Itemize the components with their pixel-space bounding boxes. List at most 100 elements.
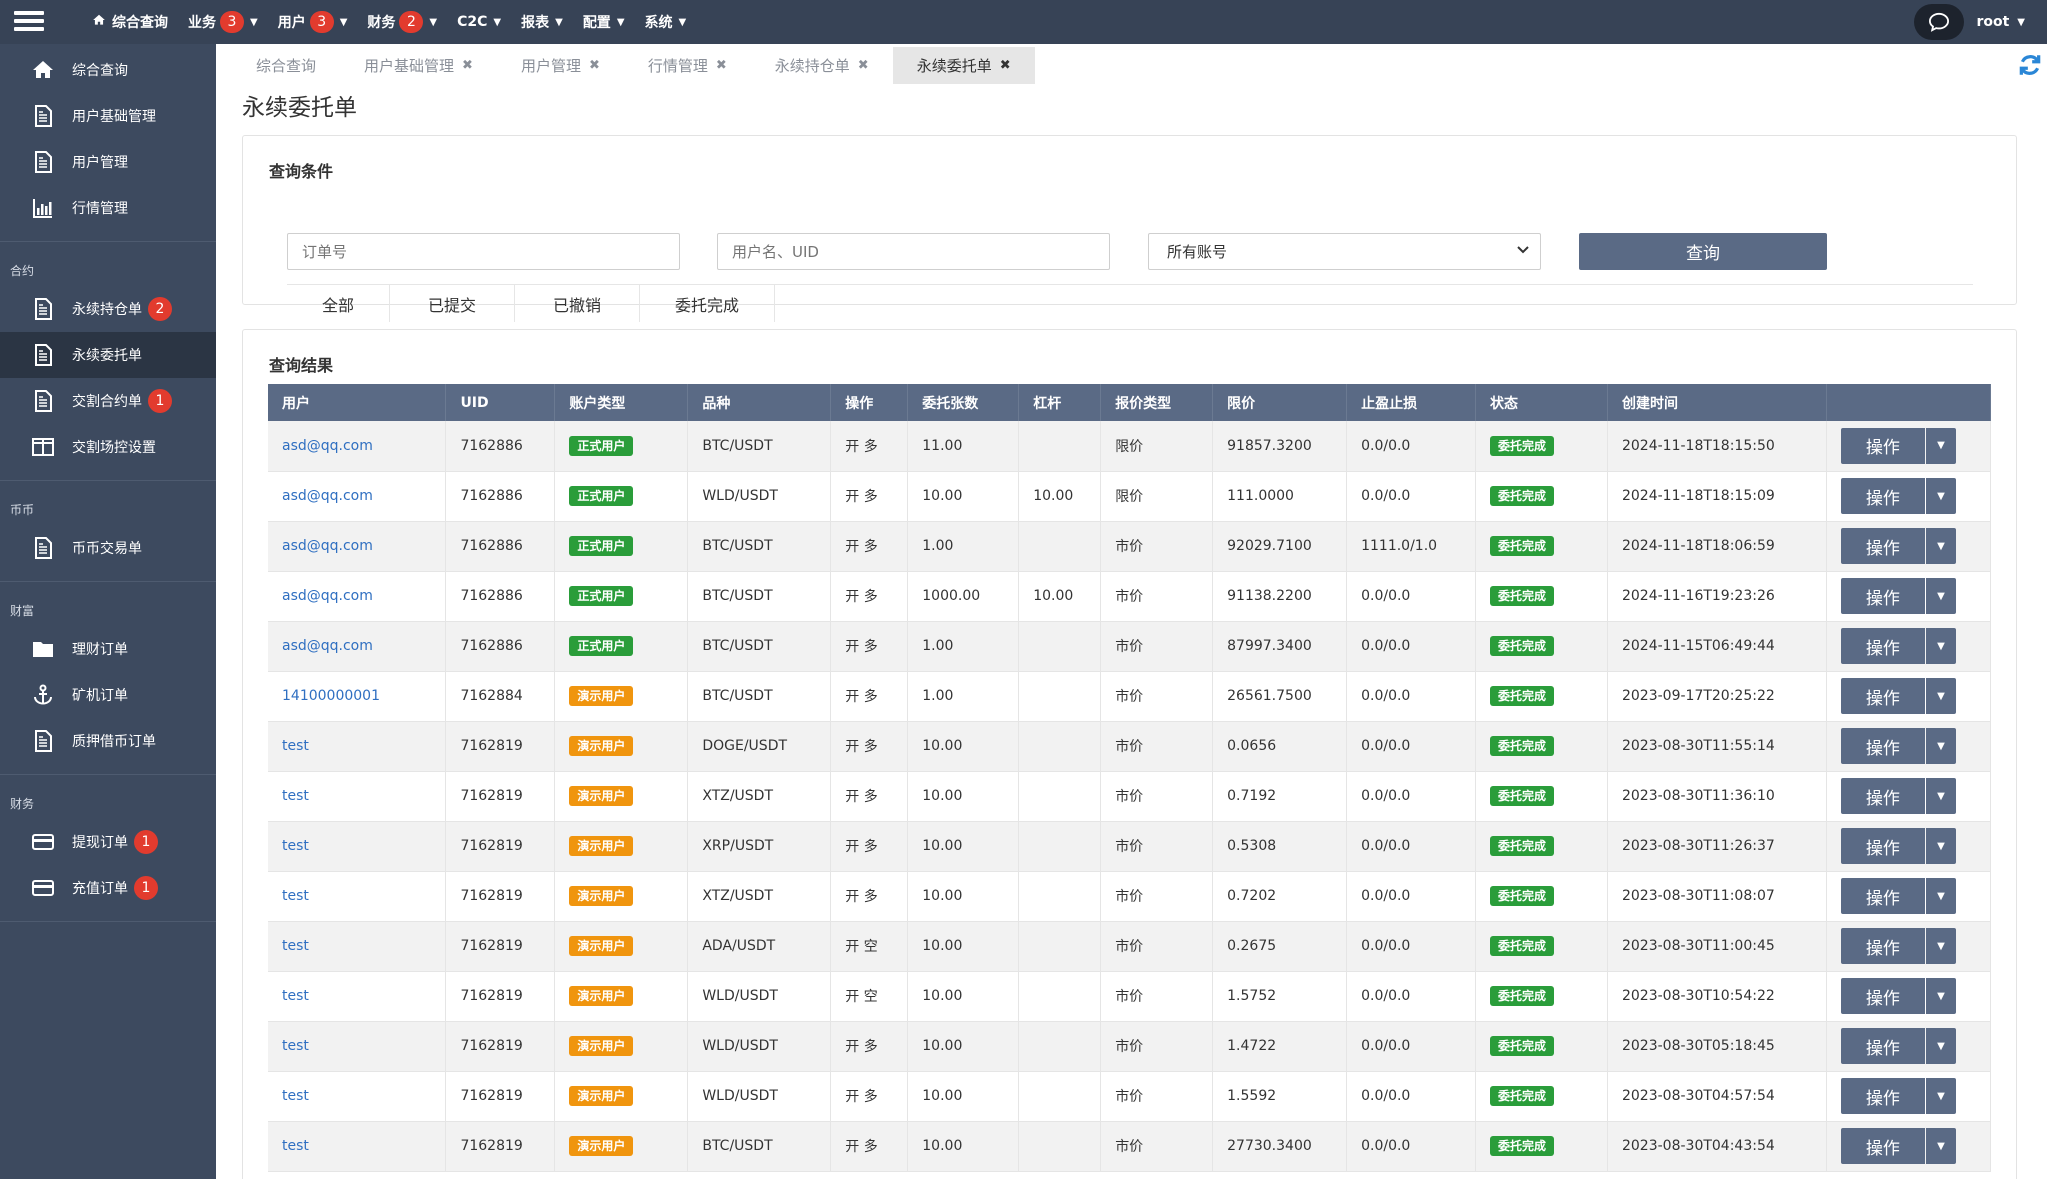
topnav-item[interactable]: 财务 2 ▼ (367, 11, 437, 33)
topnav-item[interactable]: 用户 3 ▼ (278, 11, 347, 33)
sidebar-item[interactable]: 充值订单 1 (0, 865, 216, 911)
query-button[interactable]: 查询 (1579, 233, 1827, 270)
topnav-item[interactable]: 业务 3 ▼ (188, 11, 258, 33)
user-link[interactable]: asd@qq.com (282, 438, 373, 454)
user-link[interactable]: asd@qq.com (282, 538, 373, 554)
account-select[interactable]: 所有账号 (1148, 233, 1541, 270)
sidebar-item[interactable]: 行情管理 (0, 185, 216, 231)
filter-tab[interactable]: 已提交 (390, 285, 515, 322)
user-link[interactable]: test (282, 838, 309, 854)
close-icon[interactable]: ✖ (1000, 58, 1011, 73)
topnav-item[interactable]: 系统 ▼ (645, 12, 687, 32)
filter-tab[interactable]: 全部 (287, 285, 390, 322)
close-icon[interactable]: ✖ (462, 58, 473, 73)
page-tab[interactable]: 用户基础管理 ✖ (340, 47, 497, 84)
action-button[interactable]: 操作 (1840, 878, 1925, 914)
user-link[interactable]: test (282, 1088, 309, 1104)
refresh-icon[interactable] (2017, 52, 2043, 78)
sidebar-item[interactable]: 币币交易单 (0, 525, 216, 571)
close-icon[interactable]: ✖ (589, 58, 600, 73)
document-icon (30, 388, 56, 414)
chevron-down-icon[interactable]: ▼ (1925, 978, 1956, 1014)
topnav-item[interactable]: 配置 ▼ (583, 12, 625, 32)
user-link[interactable]: asd@qq.com (282, 588, 373, 604)
topnav-item[interactable]: C2C ▼ (457, 14, 501, 30)
chevron-down-icon[interactable]: ▼ (1925, 628, 1956, 664)
sidebar-item[interactable]: 提现订单 1 (0, 819, 216, 865)
chevron-down-icon[interactable]: ▼ (1925, 728, 1956, 764)
chevron-down-icon[interactable]: ▼ (1925, 1078, 1956, 1114)
chevron-down-icon[interactable]: ▼ (1925, 578, 1956, 614)
sidebar-item[interactable]: 矿机订单 (0, 672, 216, 718)
close-icon[interactable]: ✖ (858, 58, 869, 73)
chevron-down-icon[interactable]: ▼ (1925, 478, 1956, 514)
action-button[interactable]: 操作 (1840, 528, 1925, 564)
status-badge: 委托完成 (1490, 435, 1555, 456)
chevron-down-icon[interactable]: ▼ (1925, 928, 1956, 964)
sidebar-item[interactable]: 综合查询 (0, 47, 216, 93)
cell-side: 开 多 (830, 471, 909, 522)
chat-icon[interactable] (1914, 4, 1965, 40)
table-row: test 7162819 演示用户 XTZ/USDT 开 多 10.00 市价 0.7202 0… (268, 871, 1992, 922)
sidebar-item[interactable]: 质押借币订单 (0, 718, 216, 764)
action-button[interactable]: 操作 (1840, 728, 1925, 764)
menu-toggle-icon[interactable] (14, 7, 44, 37)
page-tab[interactable]: 综合查询 (232, 47, 340, 84)
chevron-down-icon[interactable]: ▼ (1925, 678, 1956, 714)
user-link[interactable]: test (282, 788, 309, 804)
action-button[interactable]: 操作 (1840, 628, 1925, 664)
chevron-down-icon[interactable]: ▼ (1925, 427, 1956, 464)
action-button[interactable]: 操作 (1840, 978, 1925, 1014)
sidebar-item[interactable]: 用户基础管理 (0, 93, 216, 139)
user-link[interactable]: asd@qq.com (282, 488, 373, 504)
action-button[interactable]: 操作 (1840, 1028, 1925, 1064)
page-tab[interactable]: 用户管理 ✖ (497, 47, 624, 84)
page-tab[interactable]: 永续委托单 ✖ (892, 47, 1035, 84)
user-uid-input[interactable] (717, 233, 1110, 270)
chevron-down-icon[interactable]: ▼ (1925, 528, 1956, 564)
action-button[interactable]: 操作 (1840, 678, 1925, 714)
action-button[interactable]: 操作 (1840, 578, 1925, 614)
chevron-down-icon[interactable]: ▼ (1925, 1128, 1956, 1164)
topnav-item[interactable]: 报表 ▼ (521, 12, 563, 32)
sidebar-item[interactable]: 永续委托单 (0, 332, 216, 378)
user-link[interactable]: test (282, 1138, 309, 1154)
user-link[interactable]: test (282, 988, 309, 1004)
sidebar-item[interactable]: 交割合约单 1 (0, 378, 216, 424)
table-row: test 7162819 演示用户 WLD/USDT 开 空 10.00 市价 1.5752 0… (268, 971, 1992, 1022)
cell-user: test (268, 821, 447, 872)
chevron-down-icon[interactable]: ▼ (2017, 17, 2025, 28)
action-button[interactable]: 操作 (1840, 1128, 1925, 1164)
user-link[interactable]: test (282, 888, 309, 904)
filter-tab[interactable]: 已撤销 (515, 285, 640, 322)
user-menu[interactable]: root (1976, 14, 2009, 30)
action-button[interactable]: 操作 (1840, 778, 1925, 814)
user-link[interactable]: test (282, 738, 309, 754)
action-button[interactable]: 操作 (1840, 427, 1925, 464)
sidebar-item[interactable]: 用户管理 (0, 139, 216, 185)
chevron-down-icon[interactable]: ▼ (1925, 878, 1956, 914)
order-number-input[interactable] (287, 233, 680, 270)
sidebar-item[interactable]: 永续持仓单 2 (0, 286, 216, 332)
cell-user: asd@qq.com (268, 571, 447, 622)
user-link[interactable]: 14100000001 (282, 688, 380, 704)
topnav-item[interactable]: 综合查询 (92, 12, 168, 32)
filter-tab[interactable]: 委托完成 (640, 285, 775, 322)
chevron-down-icon[interactable]: ▼ (1925, 778, 1956, 814)
user-link[interactable]: test (282, 938, 309, 954)
close-icon[interactable]: ✖ (716, 58, 727, 73)
page-tab[interactable]: 永续持仓单 ✖ (751, 47, 893, 84)
chevron-down-icon[interactable]: ▼ (1925, 1028, 1956, 1064)
cell-account-type: 演示用户 (554, 1121, 689, 1172)
page-tab[interactable]: 行情管理 ✖ (624, 47, 751, 84)
chevron-down-icon[interactable]: ▼ (1925, 828, 1956, 864)
action-button[interactable]: 操作 (1840, 928, 1925, 964)
cell-tpsl: 0.0/0.0 (1346, 971, 1477, 1022)
sidebar-item[interactable]: 交割场控设置 (0, 424, 216, 470)
action-button[interactable]: 操作 (1840, 478, 1925, 514)
sidebar-item[interactable]: 理财订单 (0, 626, 216, 672)
user-link[interactable]: asd@qq.com (282, 638, 373, 654)
action-button[interactable]: 操作 (1840, 828, 1925, 864)
user-link[interactable]: test (282, 1038, 309, 1054)
action-button[interactable]: 操作 (1840, 1078, 1925, 1114)
